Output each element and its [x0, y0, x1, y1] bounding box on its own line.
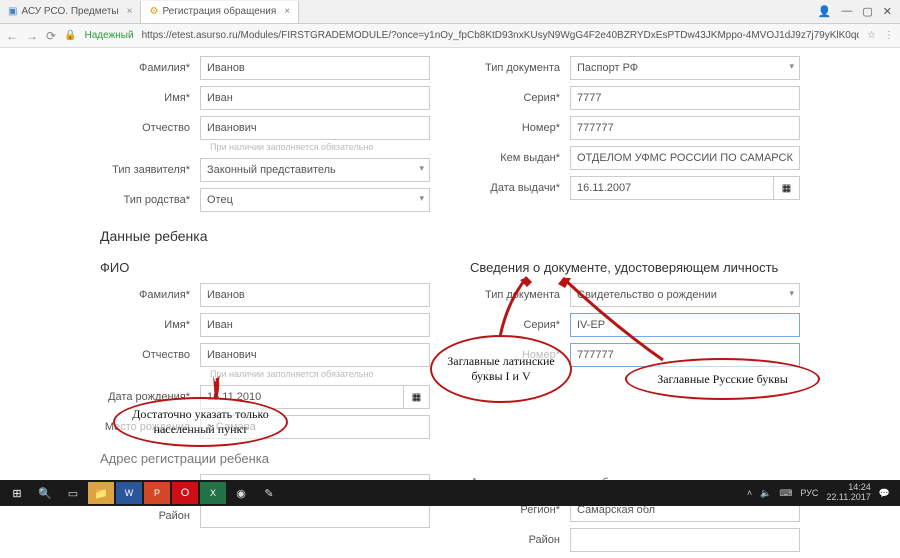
label: Отчество [100, 349, 200, 361]
subsection-title: Сведения о документе, удостоверяющем лич… [470, 260, 800, 275]
tab-inactive[interactable]: ▣АСУ РСО. Предметы× [0, 1, 141, 23]
tab-active[interactable]: ⚙Регистрация обращения× [141, 1, 299, 23]
label: Тип документа [470, 289, 570, 301]
opera-icon[interactable]: O [172, 482, 198, 504]
search-icon[interactable]: 🔍 [32, 482, 58, 504]
doc-number-input[interactable] [570, 116, 800, 140]
excel-icon[interactable]: X [200, 482, 226, 504]
keyboard-icon[interactable]: ⌨ [779, 488, 792, 499]
forward-icon[interactable]: → [26, 29, 38, 43]
label: Фамилия* [100, 62, 200, 74]
start-icon[interactable]: ⊞ [4, 482, 30, 504]
subsection-title: Адрес регистрации ребенка [100, 451, 430, 466]
label: Район [470, 534, 570, 546]
child-surname-input[interactable] [200, 283, 430, 307]
annotation-bubble: Заглавные Русские буквы [625, 358, 820, 400]
applicant-column: Фамилия* Имя* Отчество При наличии запол… [100, 56, 430, 218]
label: Имя* [100, 319, 200, 331]
label: Отчество [100, 122, 200, 134]
volume-icon[interactable]: 🔈 [760, 488, 771, 499]
word-icon[interactable]: W [116, 482, 142, 504]
patronymic-input[interactable] [200, 116, 430, 140]
taskbar: ⊞ 🔍 ▭ 📁 W P O X ◉ ✎ ˄ 🔈 ⌨ РУС 14:2422.11… [0, 480, 900, 506]
language-indicator[interactable]: РУС [800, 488, 818, 498]
chrome-icon[interactable]: ◉ [228, 482, 254, 504]
child-patronymic-input[interactable] [200, 343, 430, 367]
label: Имя* [100, 92, 200, 104]
lock-icon: 🔒 [64, 30, 76, 41]
notifications-icon[interactable]: 💬 [879, 488, 890, 499]
relation-select[interactable]: Отец [200, 188, 430, 212]
child-name-input[interactable] [200, 313, 430, 337]
maximize-icon[interactable]: ▢ [862, 5, 872, 18]
doc-type-select[interactable]: Паспорт РФ [570, 56, 800, 80]
doc-series-input[interactable] [570, 86, 800, 110]
district-input[interactable] [200, 504, 430, 528]
explorer-icon[interactable]: 📁 [88, 482, 114, 504]
doc-date-input[interactable] [570, 176, 774, 200]
annotation-bubble: Достаточно указать только населенный пун… [113, 397, 288, 447]
hint-text: При наличии заполняется обязательно [210, 142, 430, 152]
label: Фамилия* [100, 289, 200, 301]
label: Тип родства* [100, 194, 200, 206]
applicant-type-select[interactable]: Законный представитель [200, 158, 430, 182]
tray-icon[interactable]: ˄ [747, 488, 752, 498]
section-title: Данные ребенка [100, 228, 800, 244]
close-icon[interactable]: × [284, 6, 290, 17]
name-input[interactable] [200, 86, 430, 110]
hint-text: При наличии заполняется обязательно [210, 369, 430, 379]
reload-icon[interactable]: ⟳ [46, 29, 56, 43]
label: Район [100, 510, 200, 522]
url-field[interactable]: https://etest.asurso.ru/Modules/FIRSTGRA… [142, 30, 859, 41]
surname-input[interactable] [200, 56, 430, 80]
back-icon[interactable]: ← [6, 29, 18, 43]
secure-label: Надежный [85, 30, 134, 41]
powerpoint-icon[interactable]: P [144, 482, 170, 504]
child-doc-type-select[interactable]: Свидетельство о рождении [570, 283, 800, 307]
subsection-title: ФИО [100, 260, 430, 275]
document-column: Тип документаПаспорт РФ Серия* Номер* Ке… [470, 56, 800, 218]
bookmark-icon[interactable]: ☆ [867, 30, 876, 41]
app-icon[interactable]: ✎ [256, 482, 282, 504]
child-doc-series-input[interactable] [570, 313, 800, 337]
close-window-icon[interactable]: ✕ [883, 5, 892, 18]
minimize-icon[interactable]: — [841, 5, 852, 18]
calendar-icon[interactable]: ▦ [774, 176, 800, 200]
label: Дата выдачи* [470, 182, 570, 194]
child-doc-column: Сведения о документе, удостоверяющем лич… [470, 252, 800, 558]
label: Серия* [470, 319, 570, 331]
label: Тип заявителя* [100, 164, 200, 176]
district-input[interactable] [570, 528, 800, 552]
label: Номер* [470, 122, 570, 134]
user-icon[interactable]: 👤 [818, 5, 832, 18]
doc-issued-input[interactable] [570, 146, 800, 170]
calendar-icon[interactable]: ▦ [404, 385, 430, 409]
address-bar: ← → ⟳ 🔒 Надежный https://etest.asurso.ru… [0, 24, 900, 48]
annotation-bubble: Заглавные латинские буквы I и V [430, 335, 572, 403]
browser-tabs: ▣АСУ РСО. Предметы× ⚙Регистрация обращен… [0, 0, 900, 24]
label: Серия* [470, 92, 570, 104]
close-icon[interactable]: × [127, 6, 133, 17]
task-view-icon[interactable]: ▭ [60, 482, 86, 504]
menu-icon[interactable]: ⋮ [884, 30, 894, 41]
clock[interactable]: 14:2422.11.2017 [826, 483, 870, 503]
label: Тип документа [470, 62, 570, 74]
label: Кем выдан* [470, 152, 570, 164]
